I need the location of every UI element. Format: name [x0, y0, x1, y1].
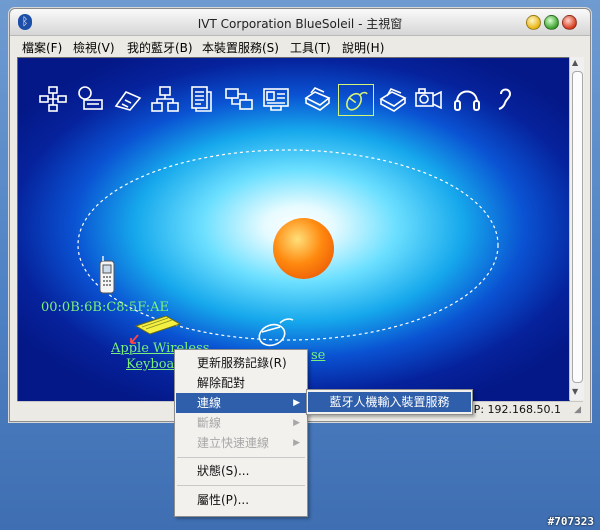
menu-connect-label: 連線: [197, 396, 222, 410]
menu-hid-service[interactable]: 藍牙人機輸入裝置服務: [308, 392, 471, 412]
keyboard-icon[interactable]: [134, 314, 182, 336]
mouse-label-fragment[interactable]: se: [311, 348, 325, 363]
local-device-orb[interactable]: [273, 218, 334, 279]
phone-icon[interactable]: [96, 255, 118, 295]
mouse-device-icon[interactable]: [256, 315, 296, 349]
menu-separator: [177, 485, 305, 486]
menu-view[interactable]: 檢視(V): [73, 39, 115, 56]
menu-connect[interactable]: 連線 ▶: [176, 393, 306, 413]
phone-address-label: 00:0B:6B:C8:5F:AE: [41, 300, 170, 315]
submenu-arrow-icon: ▶: [293, 418, 300, 428]
window-title: IVT Corporation BlueSoleil - 主視窗: [197, 17, 403, 31]
menu-refresh-services[interactable]: 更新服務記錄(R): [176, 353, 306, 373]
menu-disconnect: 斷線 ▶: [176, 413, 306, 433]
menu-status[interactable]: 狀態(S)...: [176, 461, 306, 481]
connect-submenu: 藍牙人機輸入裝置服務: [306, 389, 473, 415]
maximize-button[interactable]: [544, 15, 559, 30]
device-context-menu: 更新服務記錄(R) 解除配對 連線 ▶ 斷線 ▶ 建立快速連線 ▶ 狀態(S)... …: [174, 349, 308, 517]
title-bar[interactable]: ᛒ IVT Corporation BlueSoleil - 主視窗: [10, 9, 590, 36]
resize-grip-icon[interactable]: ◢: [574, 405, 581, 415]
submenu-arrow-icon: ▶: [293, 438, 300, 448]
menu-file[interactable]: 檔案(F): [22, 39, 62, 56]
scroll-up-icon[interactable]: ▲: [572, 58, 578, 67]
menu-quick-connect: 建立快速連線 ▶: [176, 433, 306, 453]
menu-bar: 檔案(F) 檢視(V) 我的藍牙(B) 本裝置服務(S) 工具(T) 說明(H): [10, 36, 590, 56]
menu-properties-label: 屬性(P)...: [197, 493, 250, 507]
keyboard-label-line2[interactable]: Keyboa: [126, 357, 174, 372]
minimize-button[interactable]: [526, 15, 541, 30]
status-ip: IP: 192.168.50.1: [470, 403, 561, 416]
scroll-thumb[interactable]: [572, 71, 583, 383]
scroll-down-icon[interactable]: ▼: [572, 387, 578, 396]
menu-tools[interactable]: 工具(T): [290, 39, 331, 56]
vertical-scrollbar[interactable]: ▲ ▼: [569, 57, 584, 400]
menu-unpair[interactable]: 解除配對: [176, 373, 306, 393]
menu-unpair-label: 解除配對: [197, 376, 246, 390]
menu-my-bluetooth[interactable]: 我的藍牙(B): [127, 39, 193, 56]
menu-disconnect-label: 斷線: [197, 416, 222, 430]
submenu-arrow-icon: ▶: [293, 398, 300, 408]
menu-refresh-services-label: 更新服務記錄(R): [197, 356, 287, 370]
menu-separator: [177, 457, 305, 458]
menu-local-services[interactable]: 本裝置服務(S): [202, 39, 279, 56]
menu-quick-connect-label: 建立快速連線: [197, 436, 270, 450]
close-button[interactable]: [562, 15, 577, 30]
menu-properties[interactable]: 屬性(P)...: [176, 490, 306, 510]
menu-status-label: 狀態(S)...: [197, 464, 250, 478]
watermark: #707323: [547, 515, 594, 528]
menu-help[interactable]: 說明(H): [342, 39, 384, 56]
